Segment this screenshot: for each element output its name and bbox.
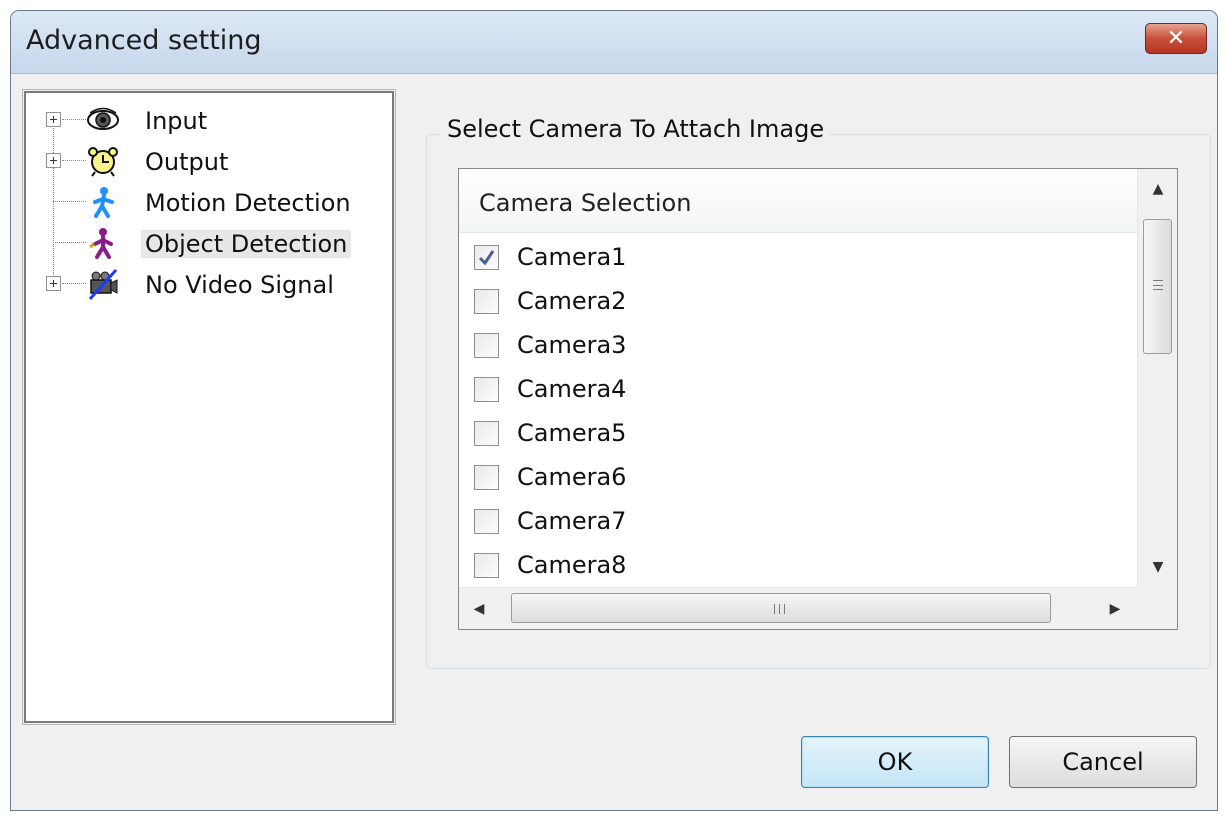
title-bar: Advanced setting ✕ xyxy=(11,11,1217,74)
checkmark-icon xyxy=(478,250,495,266)
settings-tree[interactable]: Input Output Motion Detection Object Det… xyxy=(22,89,396,725)
expand-icon[interactable] xyxy=(46,153,61,168)
tree-connector xyxy=(53,242,86,243)
tree-connector xyxy=(62,283,86,284)
alarm-clock-icon xyxy=(88,147,118,177)
vertical-scroll-thumb[interactable] xyxy=(1143,219,1172,354)
list-item[interactable]: Camera1 xyxy=(459,236,1137,279)
list-item[interactable]: Camera2 xyxy=(459,280,1137,323)
horizontal-scrollbar[interactable]: ◀ ▶ xyxy=(459,587,1137,629)
tree-item-no-video-signal[interactable]: No Video Signal xyxy=(26,265,386,303)
walking-person-icon xyxy=(89,228,113,259)
camera-label: Camera6 xyxy=(517,463,627,491)
close-icon: ✕ xyxy=(1166,26,1186,51)
no-video-camera-icon xyxy=(88,268,118,300)
eye-icon xyxy=(87,107,119,130)
camera-label: Camera8 xyxy=(517,551,627,579)
scroll-left-arrow-icon[interactable]: ◀ xyxy=(459,589,499,629)
tree-item-output[interactable]: Output xyxy=(26,142,386,180)
scroll-right-arrow-icon[interactable]: ▶ xyxy=(1095,589,1135,629)
camera-checkbox[interactable] xyxy=(474,509,499,534)
expand-icon[interactable] xyxy=(46,276,61,291)
tree-connector xyxy=(62,160,86,161)
camera-label: Camera3 xyxy=(517,331,627,359)
scroll-up-arrow-icon[interactable]: ▲ xyxy=(1138,169,1177,209)
cancel-button[interactable]: Cancel xyxy=(1009,736,1197,788)
list-item[interactable]: Camera7 xyxy=(459,500,1137,543)
tree-item-object-detection[interactable]: Object Detection xyxy=(26,224,386,262)
camera-label: Camera1 xyxy=(517,243,627,271)
camera-label: Camera5 xyxy=(517,419,627,447)
tree-item-label: Motion Detection xyxy=(145,189,351,217)
camera-label: Camera4 xyxy=(517,375,627,403)
close-button[interactable]: ✕ xyxy=(1145,23,1207,54)
grip-icon xyxy=(1153,280,1163,290)
tree-connector xyxy=(53,201,86,202)
camera-label: Camera2 xyxy=(517,287,627,315)
camera-checkbox[interactable] xyxy=(474,289,499,314)
tree-item-label: Object Detection xyxy=(141,230,352,258)
list-item[interactable]: Camera5 xyxy=(459,412,1137,455)
groupbox-title: Select Camera To Attach Image xyxy=(441,115,831,143)
window-title: Advanced setting xyxy=(26,25,262,56)
expand-icon[interactable] xyxy=(46,112,61,127)
camera-selection-list[interactable]: Camera Selection Camera1 Camera2 Camera3… xyxy=(458,168,1178,630)
camera-checkbox[interactable] xyxy=(474,421,499,446)
tree-item-motion-detection[interactable]: Motion Detection xyxy=(26,183,386,221)
tree-item-label: Input xyxy=(145,107,208,135)
list-item[interactable]: Camera4 xyxy=(459,368,1137,411)
tree-item-label: Output xyxy=(145,148,229,176)
vertical-scrollbar[interactable]: ▲ ▼ xyxy=(1137,169,1177,587)
grip-icon xyxy=(774,604,786,614)
camera-label: Camera7 xyxy=(517,507,627,535)
tree-item-label: No Video Signal xyxy=(145,271,334,299)
list-item[interactable]: Camera6 xyxy=(459,456,1137,499)
camera-checkbox[interactable] xyxy=(474,245,499,270)
camera-checkbox[interactable] xyxy=(474,553,499,578)
scrollbar-corner xyxy=(1137,587,1177,629)
column-header[interactable]: Camera Selection xyxy=(459,169,1137,233)
horizontal-scroll-thumb[interactable] xyxy=(511,593,1051,623)
advanced-setting-dialog: Advanced setting ✕ Input Output Motion D… xyxy=(10,10,1218,811)
camera-checkbox[interactable] xyxy=(474,377,499,402)
scroll-down-arrow-icon[interactable]: ▼ xyxy=(1138,547,1177,587)
tree-connector xyxy=(62,119,86,120)
camera-checkbox[interactable] xyxy=(474,333,499,358)
camera-checkbox[interactable] xyxy=(474,465,499,490)
running-person-icon xyxy=(93,187,114,218)
list-item[interactable]: Camera8 xyxy=(459,544,1137,587)
tree-item-input[interactable]: Input xyxy=(26,101,386,139)
list-item[interactable]: Camera3 xyxy=(459,324,1137,367)
ok-button[interactable]: OK xyxy=(801,736,989,788)
column-header-label: Camera Selection xyxy=(479,189,692,217)
